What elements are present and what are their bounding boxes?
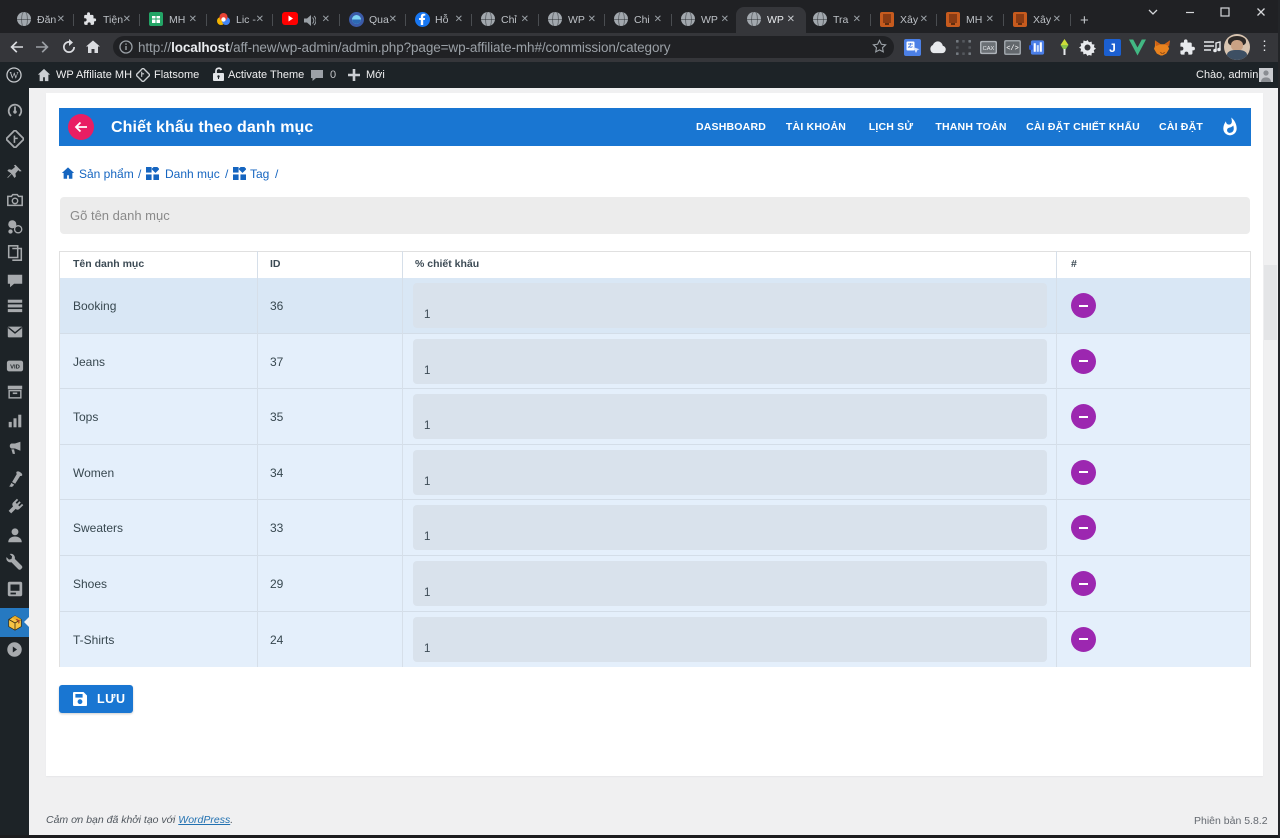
svg-text:</>: </> (1006, 45, 1019, 53)
svg-text:VID: VID (10, 365, 20, 371)
svg-text:W: W (9, 71, 19, 82)
svg-text:J: J (1109, 41, 1116, 55)
svg-text:CAX: CAX (983, 46, 995, 52)
